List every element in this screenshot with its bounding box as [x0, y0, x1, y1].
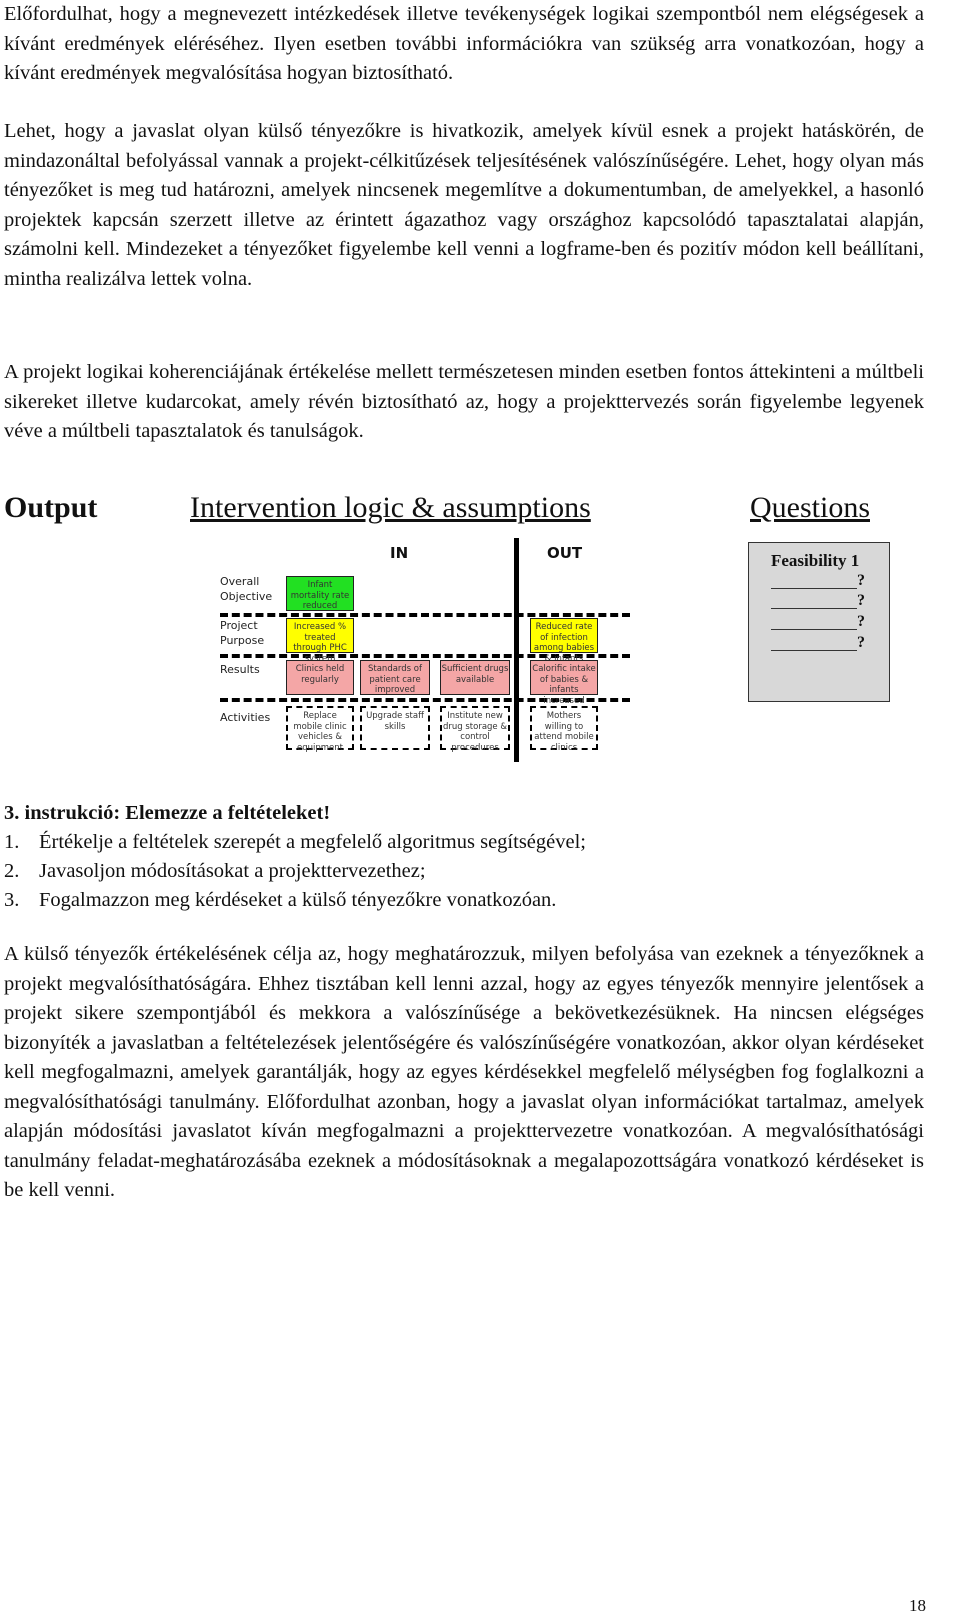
questions-box: Feasibility 1 ? ? ? ?	[748, 542, 890, 702]
row-divider	[220, 613, 630, 617]
row-label-results: Results	[220, 663, 260, 676]
paragraph-external-factor-evaluation: A külső tényezők értékelésének célja az,…	[4, 943, 924, 1201]
box-activity-out: Mothers willing to attend mobile clinics	[530, 706, 598, 753]
row-label-project-purpose: Project Purpose	[220, 619, 265, 647]
box-activity-2: Upgrade staff skills	[360, 706, 430, 750]
instruction-item: 2. Javasoljon módosításokat a projektterv…	[4, 860, 426, 882]
row-label-overall-objective: Overall Objective	[220, 575, 273, 603]
page-number: 18	[909, 1596, 926, 1615]
instruction-item: 3. Fogalmazzon meg kérdéseket a külső tén…	[4, 889, 557, 911]
figure-questions-heading: Questions	[750, 491, 870, 524]
column-in-label: IN	[390, 544, 409, 562]
question-blank-line	[771, 608, 857, 609]
figure-output-heading: Output	[4, 491, 98, 524]
question-blank-line	[771, 650, 857, 651]
question-mark: ?	[857, 592, 865, 609]
question-blank-line	[771, 588, 857, 589]
box-result-1: Clinics held regularly	[286, 660, 354, 695]
paragraph-logic-insufficient: Előfordulhat, hogy a megnevezett intézke…	[4, 3, 924, 84]
instruction-section: 3. instrukció: Elemezze a feltételeket! …	[4, 799, 924, 915]
row-label-activities: Activities	[220, 711, 271, 724]
instruction-title: 3. instrukció: Elemezze a feltételeket!	[4, 802, 331, 824]
box-objective-in: Infant mortality rate reduced	[286, 576, 354, 611]
box-purpose-in: Increased % treated through PHC system	[286, 618, 354, 664]
box-activity-1: Replace mobile clinic vehicles & equipme…	[286, 706, 354, 753]
questions-box-title: Feasibility 1	[771, 551, 860, 570]
instruction-item: 1. Értékelje a feltételek szerepét a megf…	[4, 831, 586, 853]
logframe-figure: Output Intervention logic & assumptions …	[0, 490, 930, 790]
box-purpose-out: Reduced rate of infection among babies &…	[530, 618, 598, 664]
in-out-divider	[514, 538, 519, 762]
box-activity-3: Institute new drug storage & control pro…	[440, 706, 510, 753]
question-mark: ?	[857, 613, 865, 630]
box-result-3: Sufficient drugs available	[440, 660, 510, 695]
paragraph-external-factors: Lehet, hogy a javaslat olyan külső ténye…	[4, 120, 924, 290]
column-out-label: OUT	[547, 544, 583, 562]
paragraph-past-experience: A projekt logikai koherenciájának értéke…	[4, 361, 924, 442]
box-result-2: Standards of patient care improved	[360, 660, 430, 695]
question-mark: ?	[857, 634, 865, 651]
box-result-out: Calorific intake of babies & infants inc…	[530, 660, 598, 706]
question-blank-line	[771, 629, 857, 630]
figure-logic-heading: Intervention logic & assumptions	[190, 491, 591, 524]
question-mark: ?	[857, 572, 865, 589]
